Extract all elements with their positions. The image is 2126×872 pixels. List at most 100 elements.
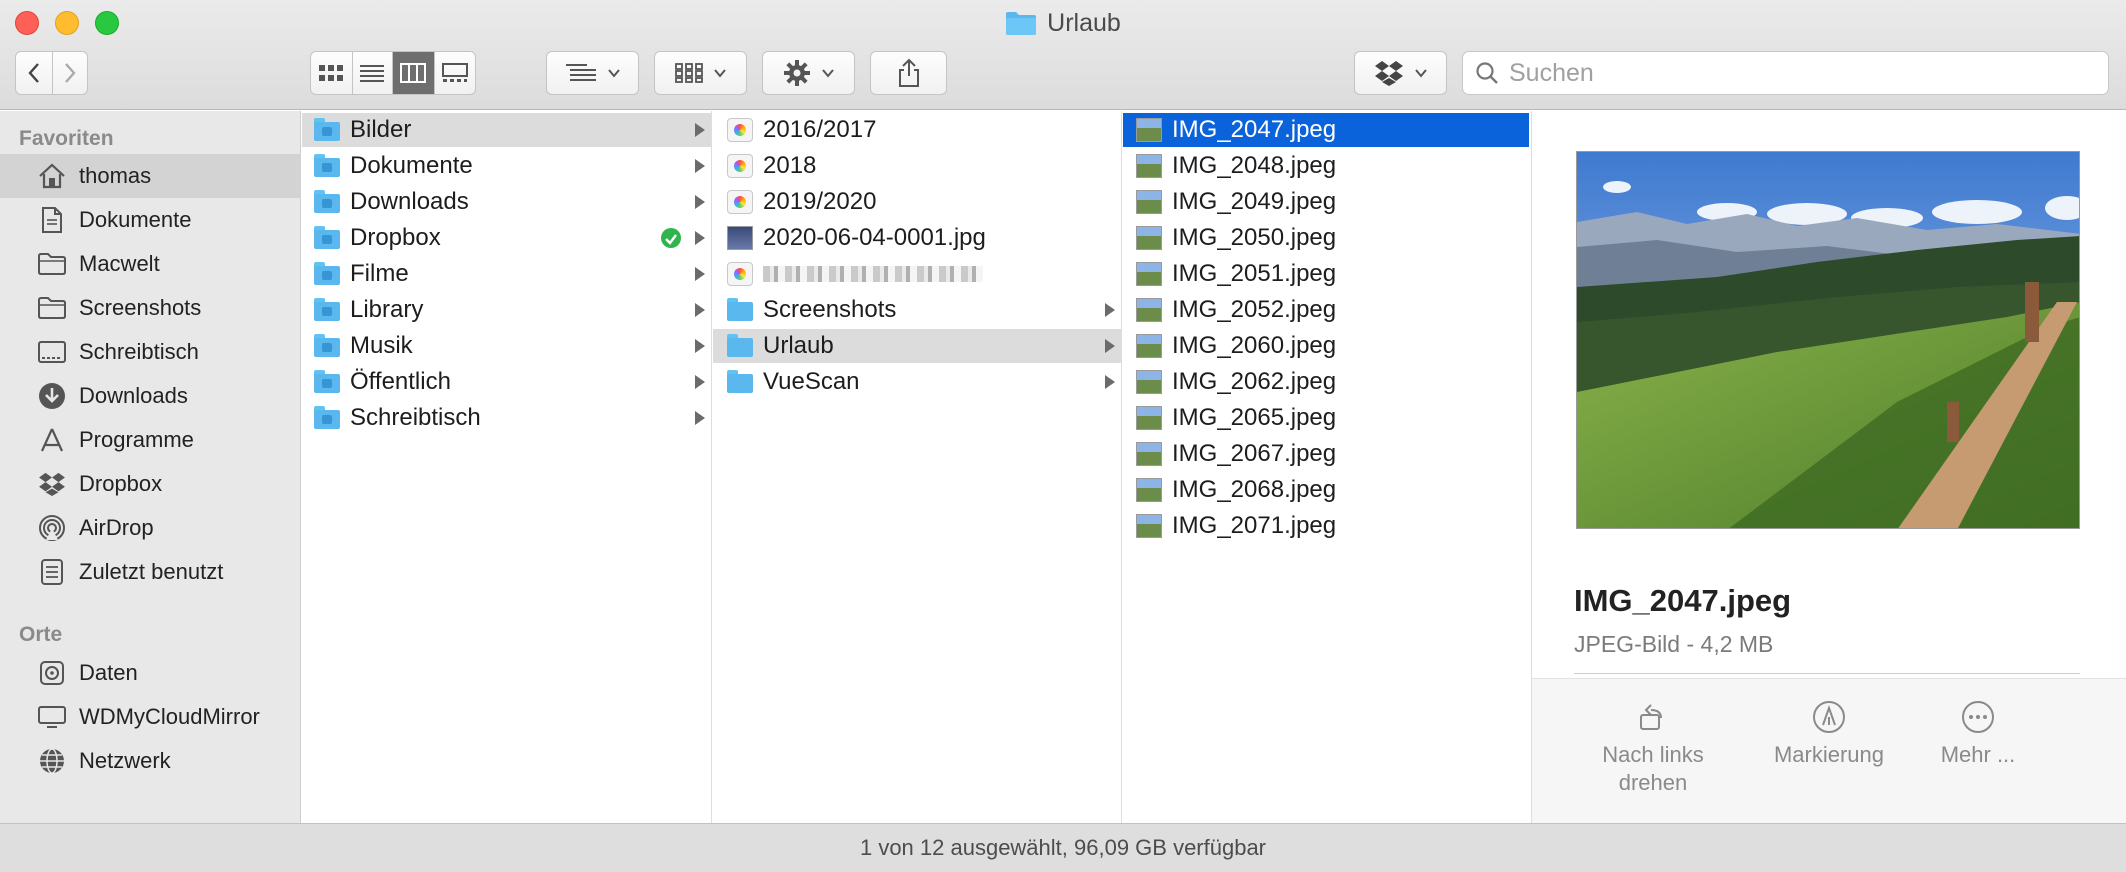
group-by-button[interactable] bbox=[546, 51, 639, 95]
share-button[interactable] bbox=[870, 51, 947, 95]
photos-library-icon bbox=[727, 190, 753, 214]
view-mode-control bbox=[310, 51, 476, 95]
sidebar-item-netzwerk[interactable]: Netzwerk bbox=[0, 739, 301, 783]
list-item-urlaub[interactable]: Urlaub bbox=[713, 329, 1121, 363]
list-item-redacted[interactable] bbox=[713, 257, 1121, 291]
icon-view-button[interactable] bbox=[311, 52, 352, 94]
list-item-2020-06-04-0001[interactable]: 2020-06-04-0001.jpg bbox=[713, 221, 1121, 255]
disclosure-arrow-icon bbox=[695, 195, 705, 209]
list-item-img-2048[interactable]: IMG_2048.jpeg bbox=[1123, 149, 1531, 183]
image-file-icon bbox=[1136, 226, 1162, 250]
list-item-img-2052[interactable]: IMG_2052.jpeg bbox=[1123, 293, 1531, 327]
list-item-label: IMG_2050.jpeg bbox=[1172, 224, 1337, 251]
list-item-2019-2020[interactable]: 2019/2020 bbox=[713, 185, 1121, 219]
list-item-img-2071[interactable]: IMG_2071.jpeg bbox=[1123, 509, 1531, 543]
image-file-icon bbox=[1136, 298, 1162, 322]
sidebar-item-macwelt[interactable]: Macwelt bbox=[0, 242, 301, 286]
status-text: 1 von 12 ausgewählt, 96,09 GB verfügbar bbox=[859, 835, 1267, 860]
icon-grid-icon bbox=[319, 65, 344, 81]
list-item-img-2067[interactable]: IMG_2067.jpeg bbox=[1123, 437, 1531, 471]
network-icon bbox=[37, 746, 67, 776]
disclosure-arrow-icon bbox=[695, 159, 705, 173]
list-item-dokumente[interactable]: Dokumente bbox=[302, 149, 711, 183]
sidebar-item-schreibtisch[interactable]: Schreibtisch bbox=[0, 330, 301, 374]
sidebar-item-wdmycloudmirror[interactable]: WDMyCloudMirror bbox=[0, 695, 301, 739]
list-item-label: IMG_2068.jpeg bbox=[1172, 476, 1337, 503]
gallery-view-button[interactable] bbox=[433, 52, 476, 94]
document-icon bbox=[37, 205, 67, 235]
list-item-musik[interactable]: Musik bbox=[302, 329, 711, 363]
list-item-label: 2018 bbox=[763, 152, 817, 179]
list-item-img-2068[interactable]: IMG_2068.jpeg bbox=[1123, 473, 1531, 507]
sidebar: Favoriten thomas Dokumente Macwelt Scree… bbox=[0, 111, 301, 823]
action-menu-button[interactable] bbox=[762, 51, 855, 95]
search-input[interactable] bbox=[1509, 58, 2069, 88]
home-icon bbox=[37, 161, 67, 191]
list-item-downloads[interactable]: Downloads bbox=[302, 185, 711, 219]
list-view-button[interactable] bbox=[351, 52, 393, 94]
sidebar-item-zuletzt-benutzt[interactable]: Zuletzt benutzt bbox=[0, 550, 301, 594]
disclosure-arrow-icon bbox=[1105, 375, 1115, 389]
dropbox-menu-button[interactable] bbox=[1354, 51, 1447, 95]
more-icon bbox=[1962, 701, 1994, 733]
sidebar-item-dropbox[interactable]: Dropbox bbox=[0, 462, 301, 506]
list-item-vuescan[interactable]: VueScan bbox=[713, 365, 1121, 399]
search-icon bbox=[1476, 62, 1498, 84]
list-item-img-2050[interactable]: IMG_2050.jpeg bbox=[1123, 221, 1531, 255]
back-button[interactable] bbox=[16, 52, 52, 94]
list-item-img-2060[interactable]: IMG_2060.jpeg bbox=[1123, 329, 1531, 363]
image-file-icon bbox=[1136, 370, 1162, 394]
photos-library-icon bbox=[727, 118, 753, 142]
list-item-2016-2017[interactable]: 2016/2017 bbox=[713, 113, 1121, 147]
forward-button[interactable] bbox=[51, 52, 88, 94]
window-title-text: Urlaub bbox=[1047, 8, 1121, 37]
list-item-2018[interactable]: 2018 bbox=[713, 149, 1121, 183]
markup-button[interactable]: Markierung bbox=[1744, 699, 1914, 769]
sidebar-item-downloads[interactable]: Downloads bbox=[0, 374, 301, 418]
list-item-img-2049[interactable]: IMG_2049.jpeg bbox=[1123, 185, 1531, 219]
image-file-icon bbox=[1136, 190, 1162, 214]
search-field[interactable] bbox=[1462, 51, 2109, 95]
list-item-img-2065[interactable]: IMG_2065.jpeg bbox=[1123, 401, 1531, 435]
list-item-img-2062[interactable]: IMG_2062.jpeg bbox=[1123, 365, 1531, 399]
sidebar-item-label: Downloads bbox=[79, 383, 188, 408]
list-item-label: Screenshots bbox=[763, 296, 897, 323]
list-item-label: IMG_2062.jpeg bbox=[1172, 368, 1337, 395]
list-item-screenshots[interactable]: Screenshots bbox=[713, 293, 1121, 327]
image-file-icon bbox=[1136, 406, 1162, 430]
list-item-schreibtisch[interactable]: Schreibtisch bbox=[302, 401, 711, 435]
folder-icon bbox=[727, 298, 753, 322]
photos-library-icon bbox=[727, 262, 753, 286]
list-item-img-2051[interactable]: IMG_2051.jpeg bbox=[1123, 257, 1531, 291]
folder-icon bbox=[727, 334, 753, 358]
share-icon bbox=[898, 58, 919, 87]
sidebar-item-label: Dokumente bbox=[79, 207, 192, 232]
sidebar-item-daten[interactable]: Daten bbox=[0, 651, 301, 695]
disclosure-arrow-icon bbox=[695, 375, 705, 389]
folder-icon bbox=[37, 249, 67, 279]
sidebar-item-thomas[interactable]: thomas bbox=[0, 154, 301, 198]
disclosure-arrow-icon bbox=[1105, 303, 1115, 317]
rotate-left-button[interactable]: Nach links drehen bbox=[1568, 699, 1738, 797]
list-item-label: IMG_2071.jpeg bbox=[1172, 512, 1337, 539]
image-file-icon bbox=[1136, 118, 1162, 142]
recents-icon bbox=[37, 557, 67, 587]
action-label: Nach links drehen bbox=[1602, 742, 1704, 795]
more-button[interactable]: Mehr ... bbox=[1893, 699, 2063, 769]
sidebar-item-dokumente[interactable]: Dokumente bbox=[0, 198, 301, 242]
sidebar-item-airdrop[interactable]: AirDrop bbox=[0, 506, 301, 550]
arrange-grid-icon bbox=[674, 63, 703, 83]
sidebar-item-programme[interactable]: Programme bbox=[0, 418, 301, 462]
arrange-button[interactable] bbox=[654, 51, 747, 95]
list-item-bilder[interactable]: Bilder bbox=[302, 113, 711, 147]
list-item-library[interactable]: Library bbox=[302, 293, 711, 327]
sidebar-item-screenshots[interactable]: Screenshots bbox=[0, 286, 301, 330]
desktop-icon bbox=[37, 337, 67, 367]
list-item-filme[interactable]: Filme bbox=[302, 257, 711, 291]
list-item-img-2047[interactable]: IMG_2047.jpeg bbox=[1123, 113, 1529, 147]
column-view-button[interactable] bbox=[392, 52, 434, 94]
list-item-oeffentlich[interactable]: Öffentlich bbox=[302, 365, 711, 399]
desktop-folder-icon bbox=[314, 406, 340, 430]
list-item-label: Schreibtisch bbox=[350, 404, 481, 431]
list-item-dropbox[interactable]: Dropbox bbox=[302, 221, 711, 255]
